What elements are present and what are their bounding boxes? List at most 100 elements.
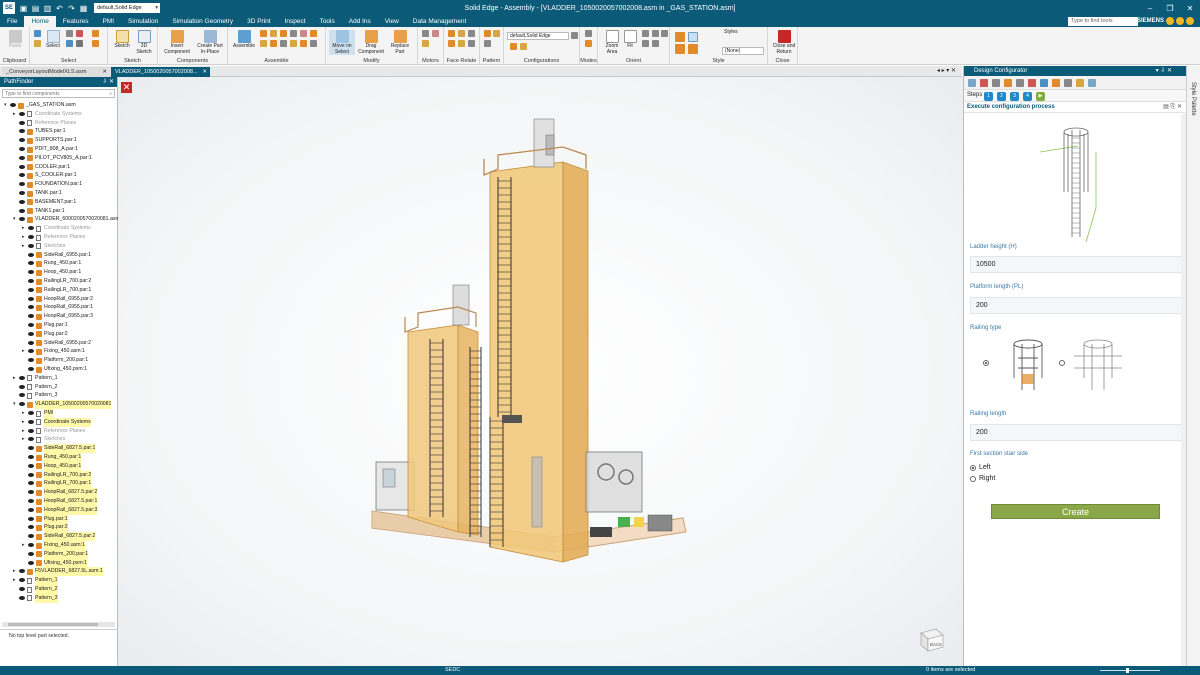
tab-view[interactable]: View	[378, 16, 406, 27]
app-icon[interactable]: SE	[3, 2, 15, 14]
visibility-eye-icon[interactable]	[19, 182, 25, 187]
visibility-eye-icon[interactable]	[28, 367, 34, 371]
select-mode-icon[interactable]	[76, 30, 83, 37]
tangent-icon[interactable]	[260, 40, 267, 47]
select-button[interactable]: Select	[44, 30, 62, 50]
select-tool-icon[interactable]	[34, 30, 41, 37]
create-button[interactable]: Create	[991, 504, 1160, 519]
visibility-eye-icon[interactable]	[28, 235, 34, 239]
zoom-slider[interactable]	[1100, 668, 1160, 673]
toolbar-icon-6[interactable]	[1028, 79, 1036, 87]
visibility-eye-icon[interactable]	[28, 534, 34, 539]
rigid-set-icon[interactable]	[310, 40, 317, 47]
visibility-eye-icon[interactable]	[28, 287, 34, 292]
visibility-eye-icon[interactable]	[19, 138, 25, 143]
visibility-eye-icon[interactable]	[19, 173, 25, 178]
pane-controls-icon[interactable]: ▾ ⇩ ✕	[1156, 66, 1172, 76]
modes-icon-1[interactable]	[585, 30, 592, 37]
expand-toggle-icon[interactable]: ▸	[22, 347, 27, 356]
move-on-select-button[interactable]: Move on Select	[329, 30, 355, 55]
visibility-eye-icon[interactable]	[19, 155, 25, 160]
horizontal-scrollbar[interactable]	[2, 622, 115, 627]
motor-icon[interactable]	[422, 30, 429, 37]
doc-tab-conveyor[interactable]: _ConveyorLayoutModelXLS.asm ✕	[2, 67, 110, 77]
config-settings-icon[interactable]	[571, 32, 578, 39]
face-relate-icon-3[interactable]	[468, 30, 475, 37]
visibility-eye-icon[interactable]	[19, 402, 25, 407]
visibility-eye-icon[interactable]	[28, 428, 34, 433]
visibility-eye-icon[interactable]	[28, 331, 34, 336]
step-1-button[interactable]: 1	[984, 92, 993, 101]
tab-file[interactable]: File	[0, 16, 24, 27]
visibility-eye-icon[interactable]	[28, 358, 34, 363]
visibility-eye-icon[interactable]	[28, 472, 34, 477]
visibility-eye-icon[interactable]	[28, 455, 34, 459]
tab-add-ins[interactable]: Add Ins	[342, 16, 378, 27]
save-icon[interactable]: ▣	[19, 4, 28, 13]
tab-home[interactable]: Home	[24, 16, 56, 27]
visibility-eye-icon[interactable]	[28, 481, 34, 486]
railing-type-image-1[interactable]	[1000, 338, 1060, 394]
search-icon[interactable]: ⌕	[109, 90, 112, 98]
visibility-eye-icon[interactable]	[28, 525, 34, 530]
redo-icon[interactable]: ↷	[67, 4, 76, 13]
visibility-eye-icon[interactable]	[19, 569, 25, 574]
view-cube[interactable]: BACK	[916, 623, 946, 653]
close-window-icon[interactable]: ✕	[1180, 0, 1200, 16]
angle-icon[interactable]	[310, 30, 317, 37]
ladder-height-input[interactable]: 10500	[970, 256, 1182, 273]
gas-station-model[interactable]	[118, 77, 963, 666]
expand-toggle-icon[interactable]: ▸	[22, 409, 27, 418]
configuration-select[interactable]: default,Solid Edge	[507, 32, 569, 40]
close-tab-icon[interactable]: ✕	[202, 67, 207, 77]
toolbar-icon-10[interactable]	[1076, 79, 1084, 87]
path-icon[interactable]	[300, 40, 307, 47]
visibility-eye-icon[interactable]	[28, 551, 34, 556]
close-tab-icon[interactable]: ✕	[102, 67, 107, 77]
tab-pmi[interactable]: PMI	[95, 16, 121, 27]
visibility-eye-icon[interactable]	[19, 384, 25, 389]
visibility-eye-icon[interactable]	[19, 393, 25, 398]
visibility-eye-icon[interactable]	[19, 199, 25, 204]
simulate-motor-icon[interactable]	[432, 30, 439, 37]
3d-viewport[interactable]: ✕ BACK	[118, 77, 963, 666]
visibility-eye-icon[interactable]	[28, 243, 34, 248]
play-icon[interactable]: ▶	[1036, 92, 1045, 101]
railing-length-input[interactable]: 200	[970, 424, 1182, 441]
drag-component-button[interactable]: Drag Component	[357, 30, 385, 55]
visibility-eye-icon[interactable]	[19, 208, 25, 213]
visibility-eye-icon[interactable]	[28, 252, 34, 257]
axial-align-icon[interactable]	[280, 30, 287, 37]
visibility-eye-icon[interactable]	[28, 543, 34, 547]
connect-icon[interactable]	[300, 30, 307, 37]
maximize-icon[interactable]: ❐	[1160, 0, 1180, 16]
style-icon[interactable]	[688, 44, 698, 54]
visibility-eye-icon[interactable]	[19, 217, 25, 222]
visibility-eye-icon[interactable]	[28, 270, 34, 275]
sketch-view-icon[interactable]	[661, 30, 668, 37]
open-icon[interactable]: ▤	[31, 4, 40, 13]
visibility-eye-icon[interactable]	[28, 323, 34, 327]
zoom-icon[interactable]	[642, 30, 649, 37]
expand-toggle-icon[interactable]: ▸	[22, 435, 27, 444]
select-box-icon[interactable]	[66, 30, 73, 37]
expand-toggle-icon[interactable]: ▸	[13, 374, 18, 383]
face-relate-icon-5[interactable]	[458, 40, 465, 47]
select-area-icon[interactable]	[66, 40, 73, 47]
undo-icon[interactable]: ↶	[55, 4, 64, 13]
expand-toggle-icon[interactable]: ▸	[22, 242, 27, 251]
visibility-eye-icon[interactable]	[19, 595, 25, 600]
visibility-eye-icon[interactable]	[28, 463, 34, 468]
view-orient-icon[interactable]	[652, 40, 659, 47]
visibility-eye-icon[interactable]	[19, 147, 25, 151]
step-3-button[interactable]: 3	[1010, 92, 1019, 101]
pane-controls-icon[interactable]: ⇩ ✕	[102, 77, 114, 87]
doc-tab-vladder[interactable]: VLADDER_1050020057002008... ✕	[111, 67, 210, 77]
shaded-icon[interactable]	[675, 32, 685, 42]
mate-icon[interactable]	[260, 30, 267, 37]
visibility-eye-icon[interactable]	[28, 419, 34, 424]
template-select[interactable]: default,Solid Edge	[94, 3, 160, 13]
toolbar-icon-4[interactable]	[1004, 79, 1012, 87]
shaded-visible-edges-icon[interactable]	[688, 32, 698, 42]
visibility-eye-icon[interactable]	[28, 560, 34, 565]
